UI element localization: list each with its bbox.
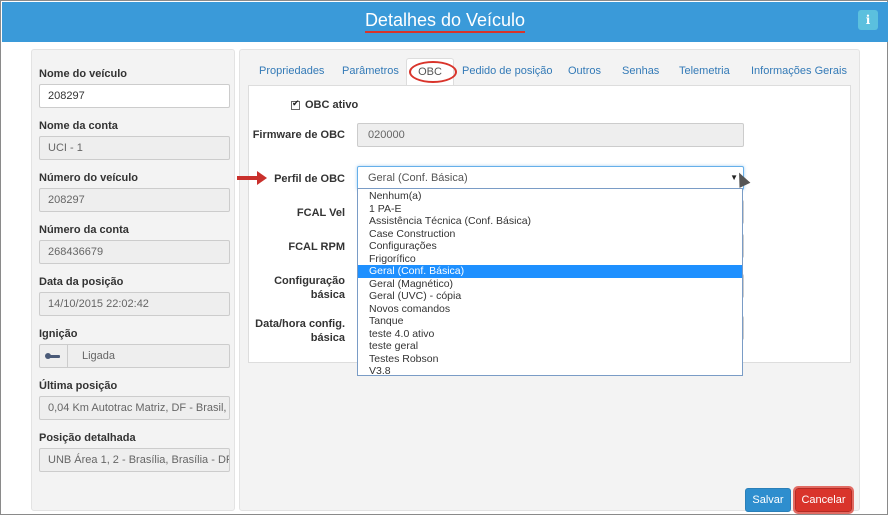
dropdown-option-selected[interactable]: Geral (Conf. Básica) xyxy=(358,265,742,278)
posicao-detalhada-field: UNB Área 1, 2 - Brasília, Brasília - DF, xyxy=(39,448,230,472)
tab-senhas[interactable]: Senhas xyxy=(622,65,659,77)
info-icon[interactable]: i xyxy=(858,10,878,30)
tab-informacoes-gerais[interactable]: Informações Gerais xyxy=(751,65,847,77)
vehicle-summary-panel: Nome do veículo 208297 Nome da conta UCI… xyxy=(31,49,235,511)
dropdown-option[interactable]: Testes Robson xyxy=(358,353,742,366)
perfil-select[interactable]: Geral (Conf. Básica) ▼ xyxy=(357,166,744,190)
save-button[interactable]: Salvar xyxy=(745,488,791,512)
cancel-button[interactable]: Cancelar xyxy=(793,486,854,514)
modal-header: Detalhes do Veículo i xyxy=(2,2,888,42)
dropdown-option[interactable]: V3.8 xyxy=(358,365,742,378)
dropdown-option[interactable]: Geral (Magnético) xyxy=(358,278,742,291)
annotation-arrow-head xyxy=(257,171,267,185)
firmware-label: Firmware de OBC xyxy=(252,129,345,141)
dropdown-option[interactable]: Geral (UVC) - cópia xyxy=(358,290,742,303)
obc-ativo-label: OBC ativo xyxy=(305,99,359,111)
numero-conta-field: 268436679 xyxy=(39,240,230,264)
nome-veiculo-label: Nome do veículo xyxy=(39,68,128,80)
dropdown-option[interactable]: Tanque xyxy=(358,315,742,328)
nome-veiculo-input[interactable]: 208297 xyxy=(39,84,230,108)
dropdown-option[interactable]: Assistência Técnica (Conf. Básica) xyxy=(358,215,742,228)
dropdown-option[interactable]: 1 PA-E xyxy=(358,203,742,216)
dropdown-option[interactable]: teste geral xyxy=(358,340,742,353)
numero-veiculo-label: Número do veículo xyxy=(39,172,139,184)
data-hora-label: Data/hora config. básica xyxy=(255,318,345,344)
modal-title: Detalhes do Veículo xyxy=(2,10,888,33)
dropdown-option[interactable]: Configurações xyxy=(358,240,742,253)
numero-conta-label: Número da conta xyxy=(39,224,129,236)
data-posicao-label: Data da posição xyxy=(39,276,124,288)
ignicao-field: Ligada xyxy=(39,344,230,368)
tab-propriedades[interactable]: Propriedades xyxy=(259,65,324,77)
perfil-dropdown-list: Nenhum(a) 1 PA-E Assistência Técnica (Co… xyxy=(357,188,743,378)
perfil-selected-value: Geral (Conf. Básica) xyxy=(368,172,468,184)
nome-conta-field: UCI - 1 xyxy=(39,136,230,160)
dropdown-option[interactable]: Case Construction xyxy=(358,228,742,241)
fcal-vel-label: FCAL Vel xyxy=(296,207,345,219)
highlight-circle xyxy=(409,61,457,83)
tab-outros[interactable]: Outros xyxy=(568,65,601,77)
posicao-detalhada-label: Posição detalhada xyxy=(39,432,136,444)
numero-veiculo-field: 208297 xyxy=(39,188,230,212)
annotation-arrow xyxy=(237,176,259,180)
config-basica-label: Configuração básica xyxy=(274,275,345,301)
ultima-posicao-field: 0,04 Km Autotrac Matriz, DF - Brasil, 0. xyxy=(39,396,230,420)
dropdown-option[interactable]: Frigorífico xyxy=(358,253,742,266)
tab-bar: Propriedades Parâmetros OBC Pedido de po… xyxy=(248,58,851,86)
tab-pedido-posicao[interactable]: Pedido de posição xyxy=(462,65,553,77)
nome-conta-label: Nome da conta xyxy=(39,120,118,132)
dropdown-option[interactable]: Novos comandos xyxy=(358,303,742,316)
ignicao-label: Ignição xyxy=(39,328,78,340)
ignicao-value: Ligada xyxy=(82,350,116,362)
firmware-field: 020000 xyxy=(357,123,744,147)
data-posicao-field: 14/10/2015 22:02:42 xyxy=(39,292,230,316)
modal-window: Detalhes do Veículo i Nome do veículo 20… xyxy=(0,0,888,515)
ultima-posicao-label: Última posição xyxy=(39,380,118,392)
dropdown-option[interactable]: teste 4.0 ativo xyxy=(358,328,742,341)
tab-telemetria[interactable]: Telemetria xyxy=(679,65,730,77)
fcal-rpm-label: FCAL RPM xyxy=(288,241,345,253)
tab-parametros[interactable]: Parâmetros xyxy=(342,65,399,77)
obc-ativo-checkbox[interactable] xyxy=(291,99,300,110)
key-icon xyxy=(40,345,68,367)
dropdown-option[interactable]: Nenhum(a) xyxy=(358,190,742,203)
